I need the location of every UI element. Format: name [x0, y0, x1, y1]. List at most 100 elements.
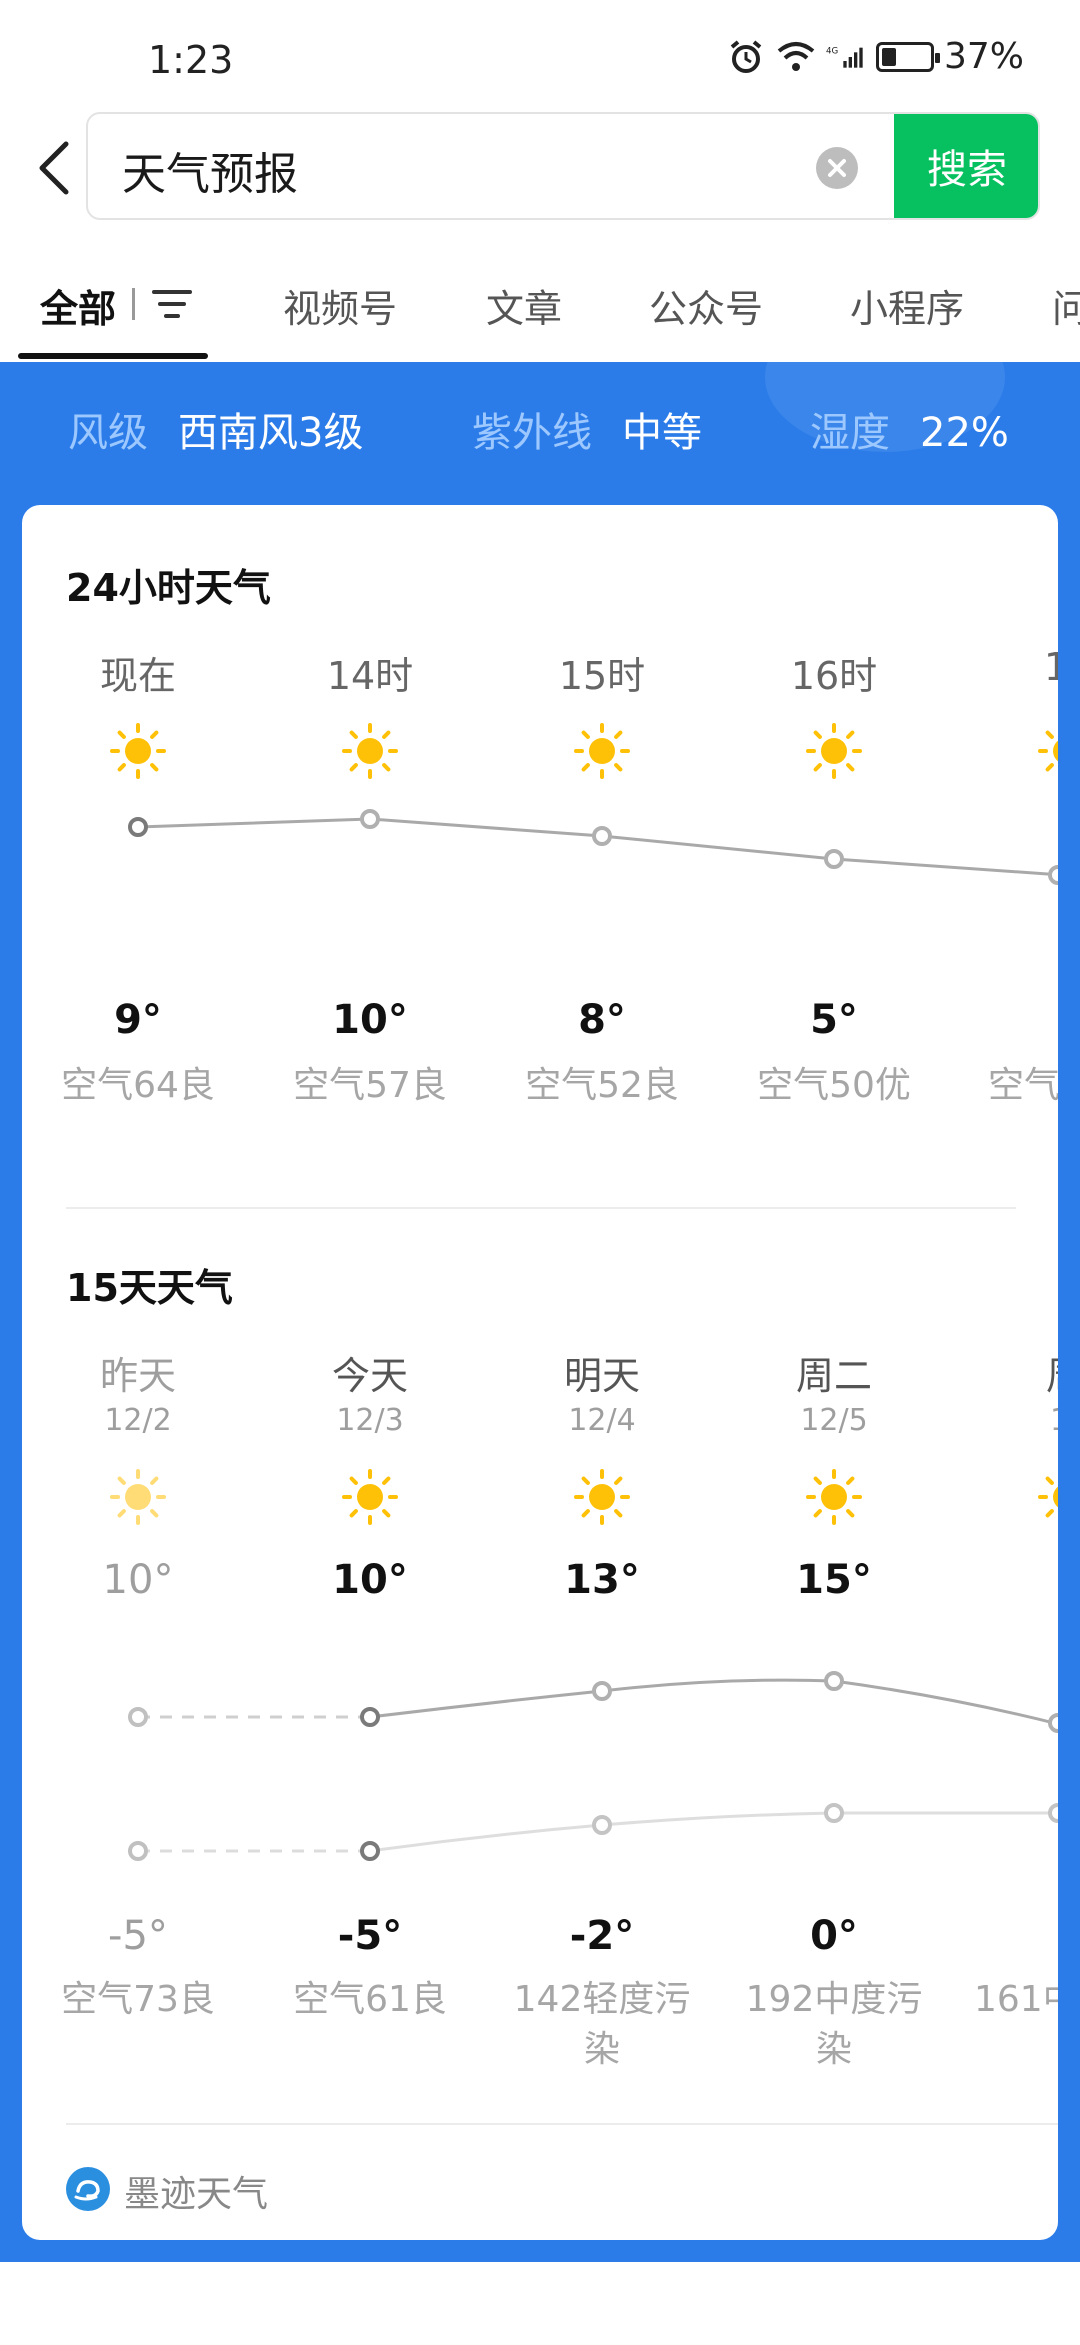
hourly-title: 24小时天气	[66, 566, 271, 610]
low-point	[128, 1841, 148, 1861]
day-high-temp: 10°	[332, 1557, 408, 1603]
hour-label: 17	[1044, 645, 1058, 689]
filter-icon[interactable]	[150, 286, 194, 322]
humidity-label: 湿度	[810, 410, 890, 456]
high-point	[360, 1707, 380, 1727]
sun-icon	[342, 1469, 398, 1525]
high-point	[1048, 1713, 1058, 1733]
day-high-temp: 15°	[796, 1557, 872, 1603]
day-low-temp: 0°	[810, 1913, 858, 1959]
search-input[interactable]: 天气预报	[122, 138, 298, 202]
hour-air-quality: 空气64良	[61, 1065, 215, 1106]
day-low-temp: -2°	[569, 1913, 635, 1959]
hour-air-quality: 空气52良	[525, 1065, 679, 1106]
hour-temp: 9°	[114, 997, 162, 1043]
sun-icon	[1038, 723, 1058, 779]
close-icon	[828, 159, 846, 177]
weather-source-link[interactable]: 墨迹天气	[124, 2165, 268, 2217]
day-air-quality: 空气73良	[61, 1979, 215, 2020]
temp-point	[128, 817, 148, 837]
status-bar: 1:23 4G 37%	[0, 0, 1080, 110]
wind-label: 风级	[68, 410, 148, 456]
tab-ask[interactable]: 问	[1052, 278, 1080, 333]
low-point	[1048, 1803, 1058, 1823]
day-air-quality: 空气61良	[293, 1979, 447, 2020]
sun-icon	[110, 723, 166, 779]
day-air-quality: 142轻度污染	[513, 1979, 691, 2070]
hour-air-quality: 空气	[988, 1065, 1058, 1106]
status-time: 1:23	[148, 38, 234, 82]
day-label: 明天	[563, 1354, 640, 1398]
humidity-info: 湿度 22%	[810, 400, 1009, 458]
svg-text:4G: 4G	[826, 46, 838, 56]
day-label: 周	[966, 1345, 1058, 1400]
day-high-temp: 9	[966, 1557, 1058, 1603]
tab-video[interactable]: 视频号	[283, 278, 397, 333]
day-label: 今天	[331, 1354, 408, 1398]
hour-label: 16时	[790, 654, 878, 698]
high-point	[592, 1681, 612, 1701]
active-tab-indicator	[18, 353, 208, 359]
hour-temp: 5°	[810, 997, 858, 1043]
day-low-temp: -5°	[337, 1913, 403, 1959]
clear-search-button[interactable]	[816, 147, 858, 189]
battery-percent: 37%	[943, 36, 1024, 77]
search-bar: 天气预报 搜索	[86, 112, 1040, 220]
uv-info: 紫外线 中等	[472, 400, 702, 458]
day-high-temp: 13°	[564, 1557, 640, 1603]
search-button[interactable]: 搜索	[894, 114, 1038, 218]
high-point	[128, 1707, 148, 1727]
tab-mini-programs[interactable]: 小程序	[850, 278, 964, 333]
hour-label: 15时	[558, 654, 646, 698]
temp-point	[1048, 865, 1058, 885]
date-label: 12/4	[568, 1403, 636, 1438]
hourly-temp-line	[128, 809, 1058, 885]
wind-info: 风级 西南风3级	[68, 400, 363, 458]
low-point	[592, 1815, 612, 1835]
hour-temp: 10°	[332, 997, 408, 1043]
wind-value: 西南风3级	[178, 410, 364, 456]
hour-temp: 8°	[578, 997, 626, 1043]
sun-icon	[806, 723, 862, 779]
sun-icon	[574, 1469, 630, 1525]
daily-title: 15天天气	[66, 1266, 233, 1310]
date-label: 12	[966, 1403, 1058, 1438]
hour-label: 现在	[99, 654, 176, 698]
day-air-quality: 192中度污染	[745, 1979, 923, 2070]
battery-icon	[875, 41, 940, 72]
temp-point	[360, 809, 380, 829]
high-point	[824, 1671, 844, 1691]
wifi-icon	[777, 41, 815, 71]
day-low-temp: 0	[966, 1913, 1058, 1959]
status-icons: 4G 37%	[726, 36, 1024, 77]
sun-icon	[574, 723, 630, 779]
tab-all[interactable]: 全部	[40, 278, 116, 333]
alarm-icon	[730, 39, 762, 73]
daily-temp-lines	[128, 1671, 1058, 1861]
back-arrow-icon[interactable]	[34, 140, 74, 196]
sun-icon	[342, 723, 398, 779]
day-high-temp: 10°	[102, 1557, 174, 1603]
signal-4g-icon: 4G	[826, 46, 863, 68]
humidity-value: 22%	[920, 410, 1009, 456]
next-result-card[interactable]	[22, 2285, 1058, 2345]
hour-air-quality: 空气57良	[293, 1065, 447, 1106]
date-label: 12/3	[336, 1403, 404, 1438]
tab-official-accounts[interactable]: 公众号	[649, 278, 763, 333]
tab-articles[interactable]: 文章	[486, 278, 562, 333]
hour-label: 14时	[326, 654, 414, 698]
tab-divider	[132, 288, 135, 320]
date-label: 12/2	[104, 1403, 172, 1438]
uv-label: 紫外线	[472, 410, 592, 456]
day-label: 昨天	[99, 1354, 176, 1398]
uv-value: 中等	[622, 410, 702, 456]
date-label: 12/5	[800, 1403, 868, 1438]
low-point	[824, 1803, 844, 1823]
weather-card: 24小时天气 现在 14时 15时 16时 17 9° 10° 8° 5° 3 …	[22, 505, 1058, 2240]
temp-point	[592, 826, 612, 846]
sun-icon	[1038, 1469, 1058, 1525]
low-point	[360, 1841, 380, 1861]
hour-air-quality: 空气50优	[757, 1065, 911, 1106]
day-air-quality: 161中染	[974, 1979, 1058, 2020]
search-tabs: 全部 视频号 文章 公众号 小程序 问	[0, 240, 1080, 362]
